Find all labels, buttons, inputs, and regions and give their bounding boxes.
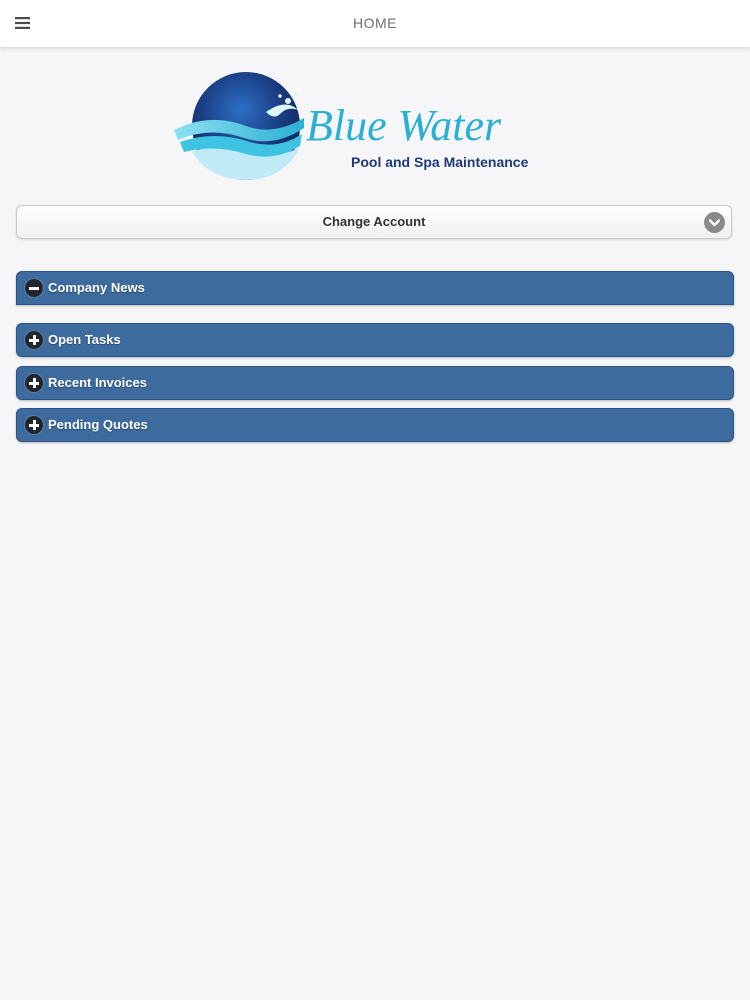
plus-icon <box>25 374 43 392</box>
panel-pending-quotes[interactable]: Pending Quotes <box>16 408 734 442</box>
logo-tagline-text: Pool and Spa Maintenance <box>351 154 529 170</box>
logo-brand-text: Blue Water <box>306 101 502 150</box>
plus-icon <box>25 416 43 434</box>
change-account-label: Change Account <box>322 214 426 229</box>
panel-label: Recent Invoices <box>48 375 147 390</box>
plus-icon <box>25 331 43 349</box>
panel-recent-invoices[interactable]: Recent Invoices <box>16 366 734 400</box>
chevron-down-icon <box>704 212 725 233</box>
top-bar: HOME <box>0 0 750 47</box>
panel-label: Pending Quotes <box>48 417 148 432</box>
page-title: HOME <box>353 15 397 31</box>
panel-label: Open Tasks <box>48 332 121 347</box>
panel-label: Company News <box>48 280 145 295</box>
company-logo: Blue Water Pool and Spa Maintenance <box>170 68 580 186</box>
panel-company-news[interactable]: Company News <box>16 271 734 305</box>
panel-open-tasks[interactable]: Open Tasks <box>16 323 734 357</box>
change-account-select[interactable]: Change Account <box>16 205 732 239</box>
minus-icon <box>25 279 43 297</box>
